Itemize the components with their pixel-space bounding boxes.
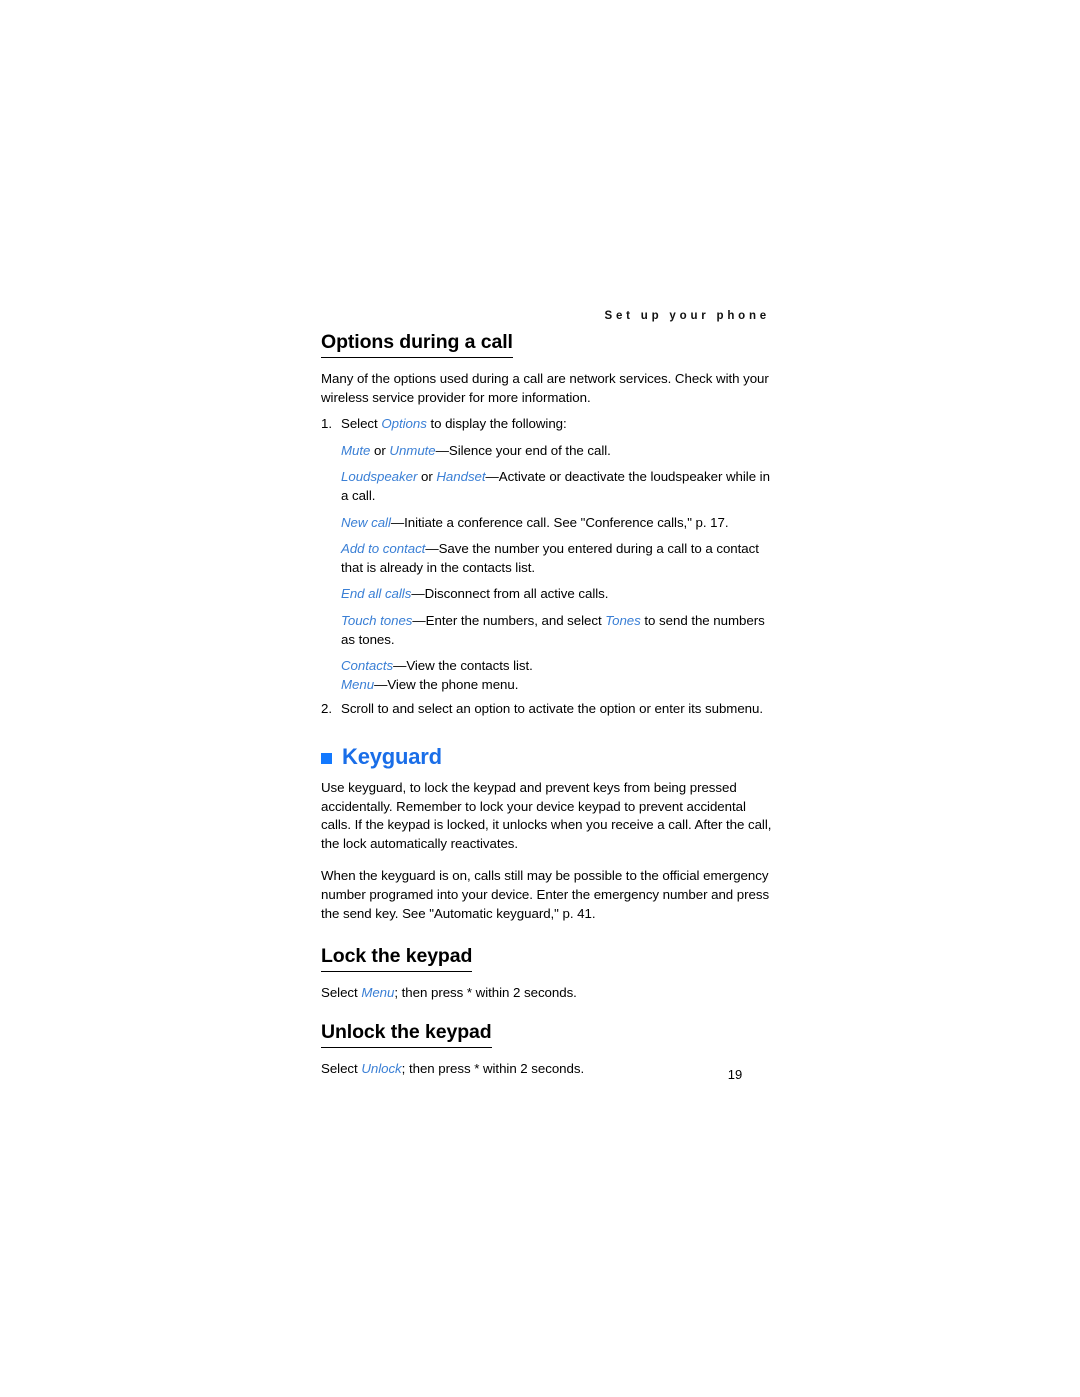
definition-mute-unmute: Mute or Unmute—Silence your end of the c… bbox=[321, 442, 773, 461]
term-menu[interactable]: Menu bbox=[341, 677, 374, 692]
definition-loudspeaker-dash: — bbox=[485, 469, 499, 485]
definition-touch-tones-description-before: Enter the numbers, and select bbox=[425, 612, 606, 628]
link-menu[interactable]: Menu bbox=[361, 985, 394, 1000]
document-page: Set up your phone Options during a call … bbox=[0, 0, 1080, 1397]
definition-add-to-contact: Add to contact—Save the number you enter… bbox=[321, 540, 773, 577]
definition-contacts-dash: — bbox=[393, 658, 407, 674]
definition-new-call: New call—Initiate a conference call. See… bbox=[321, 514, 773, 533]
term-handset[interactable]: Handset bbox=[436, 469, 485, 484]
square-bullet-icon bbox=[321, 752, 332, 764]
term-touch-tones[interactable]: Touch tones bbox=[341, 613, 412, 628]
term-unmute[interactable]: Unmute bbox=[389, 443, 435, 458]
numbered-item-2: 2. Scroll to and select an option to act… bbox=[321, 700, 773, 719]
definition-menu-description: View the phone menu. bbox=[387, 676, 519, 692]
definition-end-all-calls-dash: — bbox=[411, 586, 425, 602]
definition-new-call-dash: — bbox=[390, 514, 405, 530]
term-add-to-contact[interactable]: Add to contact bbox=[341, 541, 425, 556]
definition-loudspeaker-conjunction: or bbox=[417, 469, 437, 485]
lock-the-keypad-instruction: Select Menu; then press * within 2 secon… bbox=[321, 984, 773, 1003]
definition-new-call-description: Initiate a conference call. See "Confere… bbox=[404, 514, 729, 530]
term-mute[interactable]: Mute bbox=[341, 443, 370, 458]
link-unlock[interactable]: Unlock bbox=[361, 1061, 401, 1076]
heading-lock-the-keypad: Lock the keypad bbox=[321, 945, 773, 973]
keyguard-paragraph-1: Use keyguard, to lock the keypad and pre… bbox=[321, 780, 772, 851]
link-tones[interactable]: Tones bbox=[605, 613, 641, 628]
definition-mute-conjunction: or bbox=[370, 442, 390, 458]
term-loudspeaker[interactable]: Loudspeaker bbox=[341, 469, 417, 484]
heading-keyguard-text: Keyguard bbox=[342, 743, 442, 769]
unlock-text-after: ; then press * within 2 seconds. bbox=[401, 1060, 585, 1076]
term-new-call[interactable]: New call bbox=[341, 515, 391, 530]
numbered-item-2-number: 2. bbox=[321, 701, 332, 717]
numbered-item-2-text: Scroll to and select an option to activa… bbox=[341, 701, 764, 717]
definition-end-all-calls: End all calls—Disconnect from all active… bbox=[321, 585, 773, 604]
options-intro-paragraph: Many of the options used during a call a… bbox=[321, 371, 769, 405]
numbered-item-1: 1. Select Options to display the followi… bbox=[321, 415, 773, 434]
definition-mute-description: Silence your end of the call. bbox=[448, 442, 611, 458]
heading-lock-the-keypad-text: Lock the keypad bbox=[321, 945, 472, 973]
numbered-item-1-text-after: to display the following: bbox=[426, 416, 567, 432]
page-number: 19 bbox=[727, 1067, 743, 1082]
definition-loudspeaker-handset: Loudspeaker or Handset—Activate or deact… bbox=[321, 468, 773, 505]
numbered-item-1-number: 1. bbox=[321, 416, 332, 432]
heading-options-during-a-call-text: Options during a call bbox=[321, 331, 513, 358]
definition-menu: Menu—View the phone menu. bbox=[321, 676, 773, 695]
definition-contacts: Contacts—View the contacts list. bbox=[321, 657, 773, 676]
lock-text-before: Select bbox=[321, 985, 362, 1001]
lock-text-after: ; then press * within 2 seconds. bbox=[394, 985, 577, 1001]
definition-add-to-contact-dash: — bbox=[425, 541, 439, 557]
definition-touch-tones: Touch tones—Enter the numbers, and selec… bbox=[321, 612, 773, 649]
term-contacts[interactable]: Contacts bbox=[341, 658, 393, 673]
link-options[interactable]: Options bbox=[381, 416, 427, 431]
running-header: Set up your phone bbox=[604, 310, 770, 322]
page-content: Options during a call Many of the option… bbox=[321, 331, 773, 1078]
definition-touch-tones-dash: — bbox=[412, 612, 426, 628]
keyguard-paragraph-2: When the keyguard is on, calls still may… bbox=[321, 868, 770, 921]
heading-unlock-the-keypad: Unlock the keypad bbox=[321, 1021, 773, 1048]
term-end-all-calls[interactable]: End all calls bbox=[341, 586, 411, 601]
numbered-item-1-text-before: Select bbox=[341, 416, 382, 432]
heading-keyguard: Keyguard bbox=[321, 743, 773, 769]
definition-contacts-description: View the contacts list. bbox=[406, 658, 533, 674]
heading-unlock-the-keypad-text: Unlock the keypad bbox=[321, 1021, 492, 1048]
unlock-text-before: Select bbox=[321, 1060, 362, 1076]
definition-menu-dash: — bbox=[374, 676, 388, 692]
definition-mute-dash: — bbox=[435, 442, 449, 458]
definition-end-all-calls-description: Disconnect from all active calls. bbox=[424, 586, 609, 602]
heading-options-during-a-call: Options during a call bbox=[321, 331, 773, 358]
